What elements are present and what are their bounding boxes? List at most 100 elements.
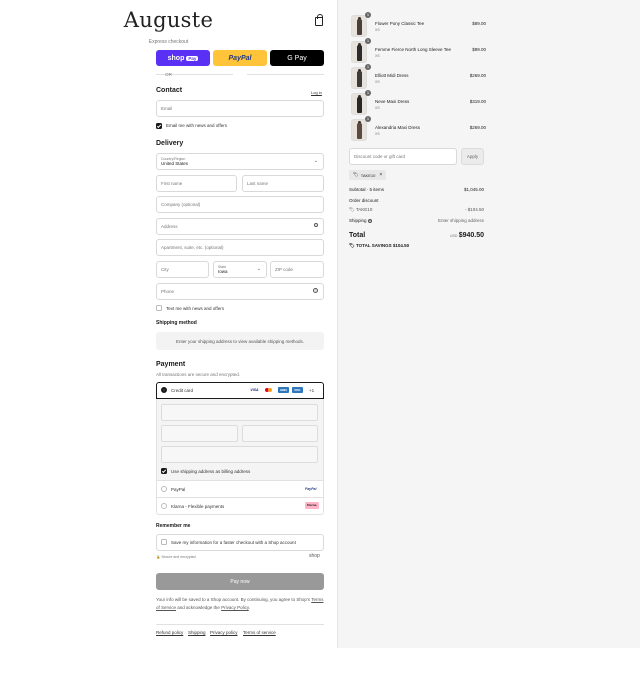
product-size: XS xyxy=(375,132,380,136)
text-news-label: Text me with news and offers xyxy=(166,306,224,311)
state-select[interactable]: State Iowa ⌄ xyxy=(213,261,267,278)
product-name: Elliott Midi Dress xyxy=(375,73,409,78)
discount-value: - $104.50 xyxy=(464,207,484,212)
total-savings-row: 🏷 TOTAL SAVINGS $104.50 xyxy=(349,243,484,249)
express-checkout-title: Express checkout xyxy=(148,39,189,45)
cart-item: 1 Neve Maxi Dress XS $319.00 xyxy=(351,90,486,115)
expiry-field[interactable] xyxy=(161,425,238,442)
shop-logo: shop xyxy=(309,553,320,559)
pay-now-button[interactable]: Pay now xyxy=(156,573,324,590)
discover-icon: DISC xyxy=(292,387,303,393)
paypal-button[interactable]: PayPal xyxy=(213,50,267,66)
close-icon[interactable]: × xyxy=(379,172,382,178)
discount-placeholder: Discount code or gift card xyxy=(354,154,406,159)
email-field[interactable]: Email xyxy=(156,100,324,117)
paypal-option-label: PayPal xyxy=(171,487,186,492)
quantity-badge: 1 xyxy=(365,12,371,18)
country-select[interactable]: Country/Region United States ⌄ xyxy=(156,153,324,170)
terms-of-service-footer-link[interactable]: Terms of service xyxy=(243,630,276,635)
quantity-badge: 1 xyxy=(365,64,371,70)
savings-value: $104.50 xyxy=(392,243,410,248)
shop-pay-button[interactable]: shop Pay xyxy=(156,50,210,66)
apply-button[interactable]: Apply xyxy=(461,148,484,165)
more-cards-label: +1 xyxy=(309,388,315,393)
shipping-row: Shipping ? Enter shipping address xyxy=(349,218,484,223)
product-price: $269.00 xyxy=(469,73,486,78)
phone-field[interactable]: Phone ? xyxy=(156,283,324,300)
subtotal-row: Subtotal · 5 items $1,045.00 xyxy=(349,187,484,192)
help-icon[interactable]: ? xyxy=(367,219,372,223)
shopping-bag-icon[interactable] xyxy=(315,14,323,26)
help-icon[interactable]: ? xyxy=(313,288,318,293)
zip-field[interactable]: ZIP code xyxy=(270,261,324,278)
paypal-label: PayPal xyxy=(228,54,252,62)
disclaimer-text: Your info will be saved to a Shop accoun… xyxy=(156,596,324,612)
name-on-card-field[interactable] xyxy=(161,446,318,463)
checkout-main: Auguste Express checkout shop Pay PayPal… xyxy=(0,0,337,648)
country-value: United States xyxy=(161,161,189,166)
payment-heading: Payment xyxy=(156,361,186,368)
total-label: Total xyxy=(349,232,366,239)
amex-icon: AMEX xyxy=(278,387,289,393)
klarna-option-label: Klarna - Flexible payments xyxy=(171,504,225,509)
card-number-field[interactable] xyxy=(161,404,318,421)
brand-logo[interactable]: Auguste xyxy=(0,8,337,32)
save-info-checkbox[interactable] xyxy=(161,539,167,545)
email-placeholder: Email xyxy=(161,106,173,111)
first-name-field[interactable]: First name xyxy=(156,175,237,192)
billing-address-checkbox[interactable] xyxy=(161,468,167,474)
shipping-method-placeholder: Enter your shipping address to view avai… xyxy=(156,332,324,350)
product-image xyxy=(351,15,367,37)
footer-divider xyxy=(156,624,324,625)
google-pay-button[interactable]: G Pay xyxy=(270,50,324,66)
klarna-radio[interactable] xyxy=(161,503,167,509)
shipping-policy-link[interactable]: Shipping xyxy=(188,630,206,635)
apartment-field[interactable]: Apartment, suite, etc. (optional) xyxy=(156,239,324,256)
divider-right xyxy=(247,74,324,75)
apartment-placeholder: Apartment, suite, etc. (optional) xyxy=(161,245,224,250)
cart-item: 1 Flower Pony Classic Tee XS $89.00 xyxy=(351,12,486,37)
address-placeholder: Address xyxy=(161,224,178,229)
chevron-down-icon: ⌄ xyxy=(256,266,261,272)
credit-card-label: Credit card xyxy=(171,388,194,393)
last-name-placeholder: Last name xyxy=(247,181,269,186)
total-row: Total USD $940.50 xyxy=(349,232,484,239)
phone-placeholder: Phone xyxy=(161,289,175,294)
shop-pay-label: shop xyxy=(167,54,185,62)
first-name-placeholder: First name xyxy=(161,181,183,186)
privacy-policy-link[interactable]: Privacy Policy xyxy=(221,605,249,610)
product-image xyxy=(351,41,367,63)
product-image xyxy=(351,67,367,89)
currency-label: USD xyxy=(450,234,458,238)
delivery-heading: Delivery xyxy=(156,140,184,147)
billing-address-label: Use shipping address as billing address xyxy=(171,469,251,474)
disclaimer-and: and acknowledge the xyxy=(177,605,220,610)
email-news-label: Email me with news and offers xyxy=(166,123,227,128)
refund-policy-link[interactable]: Refund policy xyxy=(156,630,183,635)
paypal-radio[interactable] xyxy=(161,486,167,492)
order-discount-row: Order discount xyxy=(349,198,484,203)
product-size: XS xyxy=(375,106,380,110)
city-field[interactable]: City xyxy=(156,261,209,278)
quantity-badge: 1 xyxy=(365,90,371,96)
email-news-checkbox[interactable] xyxy=(156,123,162,129)
login-link[interactable]: Log in xyxy=(311,90,322,95)
savings-label: TOTAL SAVINGS xyxy=(355,243,392,248)
privacy-policy-footer-link[interactable]: Privacy policy xyxy=(210,630,238,635)
address-field[interactable]: Address xyxy=(156,218,324,235)
text-news-checkbox[interactable] xyxy=(156,305,162,311)
save-info-label: Save my information for a faster checkou… xyxy=(171,540,296,545)
subtotal-label: Subtotal · 5 items xyxy=(349,187,385,192)
visa-icon: VISA xyxy=(250,388,259,392)
discount-code-field[interactable]: Discount code or gift card xyxy=(349,148,457,165)
zip-placeholder: ZIP code xyxy=(275,267,293,272)
security-code-field[interactable] xyxy=(242,425,318,442)
payment-subtitle: All transactions are secure and encrypte… xyxy=(156,372,241,377)
tag-icon: 🏷 xyxy=(349,243,355,248)
credit-card-radio[interactable] xyxy=(161,387,167,393)
total-amount: USD $940.50 xyxy=(450,232,484,239)
last-name-field[interactable]: Last name xyxy=(242,175,324,192)
disclaimer-end: . xyxy=(248,605,251,610)
product-size: XS xyxy=(375,80,380,84)
company-field[interactable]: Company (optional) xyxy=(156,196,324,213)
